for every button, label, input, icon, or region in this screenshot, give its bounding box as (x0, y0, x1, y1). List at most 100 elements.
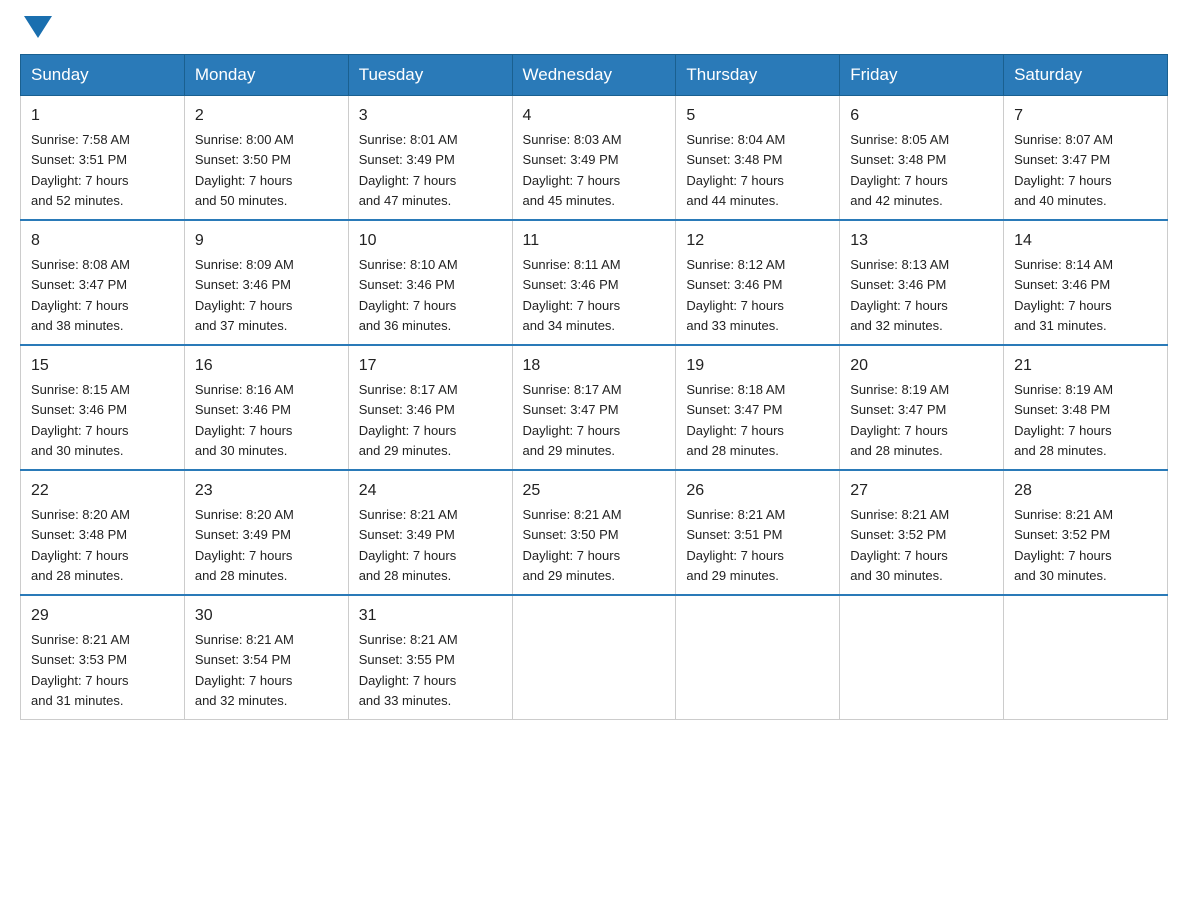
day-number: 15 (31, 354, 174, 378)
day-number: 11 (523, 229, 666, 253)
day-number: 2 (195, 104, 338, 128)
day-number: 4 (523, 104, 666, 128)
day-info: Sunrise: 8:05 AMSunset: 3:48 PMDaylight:… (850, 132, 949, 208)
calendar-cell: 8 Sunrise: 8:08 AMSunset: 3:47 PMDayligh… (21, 220, 185, 345)
day-number: 24 (359, 479, 502, 503)
calendar-cell: 13 Sunrise: 8:13 AMSunset: 3:46 PMDaylig… (840, 220, 1004, 345)
day-info: Sunrise: 8:19 AMSunset: 3:47 PMDaylight:… (850, 382, 949, 458)
week-row-3: 15 Sunrise: 8:15 AMSunset: 3:46 PMDaylig… (21, 345, 1168, 470)
calendar-cell: 21 Sunrise: 8:19 AMSunset: 3:48 PMDaylig… (1004, 345, 1168, 470)
day-info: Sunrise: 8:19 AMSunset: 3:48 PMDaylight:… (1014, 382, 1113, 458)
calendar-cell: 6 Sunrise: 8:05 AMSunset: 3:48 PMDayligh… (840, 96, 1004, 221)
day-info: Sunrise: 8:12 AMSunset: 3:46 PMDaylight:… (686, 257, 785, 333)
day-number: 9 (195, 229, 338, 253)
day-number: 6 (850, 104, 993, 128)
day-info: Sunrise: 8:00 AMSunset: 3:50 PMDaylight:… (195, 132, 294, 208)
column-header-tuesday: Tuesday (348, 55, 512, 96)
calendar-cell: 5 Sunrise: 8:04 AMSunset: 3:48 PMDayligh… (676, 96, 840, 221)
calendar-cell: 19 Sunrise: 8:18 AMSunset: 3:47 PMDaylig… (676, 345, 840, 470)
page-header (20, 20, 1168, 38)
day-number: 10 (359, 229, 502, 253)
day-info: Sunrise: 8:20 AMSunset: 3:49 PMDaylight:… (195, 507, 294, 583)
day-number: 27 (850, 479, 993, 503)
day-number: 16 (195, 354, 338, 378)
day-info: Sunrise: 8:15 AMSunset: 3:46 PMDaylight:… (31, 382, 130, 458)
calendar-cell (840, 595, 1004, 720)
column-header-saturday: Saturday (1004, 55, 1168, 96)
day-number: 18 (523, 354, 666, 378)
day-number: 26 (686, 479, 829, 503)
day-info: Sunrise: 8:14 AMSunset: 3:46 PMDaylight:… (1014, 257, 1113, 333)
calendar-table: SundayMondayTuesdayWednesdayThursdayFrid… (20, 54, 1168, 720)
day-info: Sunrise: 8:03 AMSunset: 3:49 PMDaylight:… (523, 132, 622, 208)
week-row-5: 29 Sunrise: 8:21 AMSunset: 3:53 PMDaylig… (21, 595, 1168, 720)
calendar-cell: 12 Sunrise: 8:12 AMSunset: 3:46 PMDaylig… (676, 220, 840, 345)
column-header-sunday: Sunday (21, 55, 185, 96)
day-info: Sunrise: 8:21 AMSunset: 3:49 PMDaylight:… (359, 507, 458, 583)
day-number: 7 (1014, 104, 1157, 128)
day-info: Sunrise: 8:21 AMSunset: 3:52 PMDaylight:… (1014, 507, 1113, 583)
day-number: 12 (686, 229, 829, 253)
week-row-1: 1 Sunrise: 7:58 AMSunset: 3:51 PMDayligh… (21, 96, 1168, 221)
calendar-cell (1004, 595, 1168, 720)
day-number: 3 (359, 104, 502, 128)
calendar-cell: 14 Sunrise: 8:14 AMSunset: 3:46 PMDaylig… (1004, 220, 1168, 345)
week-row-2: 8 Sunrise: 8:08 AMSunset: 3:47 PMDayligh… (21, 220, 1168, 345)
day-info: Sunrise: 8:21 AMSunset: 3:55 PMDaylight:… (359, 632, 458, 708)
day-number: 25 (523, 479, 666, 503)
day-number: 13 (850, 229, 993, 253)
day-number: 1 (31, 104, 174, 128)
day-number: 22 (31, 479, 174, 503)
day-number: 23 (195, 479, 338, 503)
day-info: Sunrise: 8:21 AMSunset: 3:52 PMDaylight:… (850, 507, 949, 583)
day-info: Sunrise: 8:21 AMSunset: 3:54 PMDaylight:… (195, 632, 294, 708)
column-header-monday: Monday (184, 55, 348, 96)
logo-triangle-icon (24, 16, 52, 38)
calendar-cell: 2 Sunrise: 8:00 AMSunset: 3:50 PMDayligh… (184, 96, 348, 221)
calendar-cell: 17 Sunrise: 8:17 AMSunset: 3:46 PMDaylig… (348, 345, 512, 470)
week-row-4: 22 Sunrise: 8:20 AMSunset: 3:48 PMDaylig… (21, 470, 1168, 595)
day-number: 29 (31, 604, 174, 628)
calendar-cell: 3 Sunrise: 8:01 AMSunset: 3:49 PMDayligh… (348, 96, 512, 221)
day-info: Sunrise: 8:21 AMSunset: 3:53 PMDaylight:… (31, 632, 130, 708)
day-number: 21 (1014, 354, 1157, 378)
calendar-cell (512, 595, 676, 720)
day-info: Sunrise: 8:17 AMSunset: 3:47 PMDaylight:… (523, 382, 622, 458)
calendar-cell: 23 Sunrise: 8:20 AMSunset: 3:49 PMDaylig… (184, 470, 348, 595)
calendar-cell: 18 Sunrise: 8:17 AMSunset: 3:47 PMDaylig… (512, 345, 676, 470)
calendar-cell: 25 Sunrise: 8:21 AMSunset: 3:50 PMDaylig… (512, 470, 676, 595)
calendar-cell: 22 Sunrise: 8:20 AMSunset: 3:48 PMDaylig… (21, 470, 185, 595)
day-number: 20 (850, 354, 993, 378)
calendar-cell: 28 Sunrise: 8:21 AMSunset: 3:52 PMDaylig… (1004, 470, 1168, 595)
calendar-header-row: SundayMondayTuesdayWednesdayThursdayFrid… (21, 55, 1168, 96)
day-info: Sunrise: 8:21 AMSunset: 3:50 PMDaylight:… (523, 507, 622, 583)
day-info: Sunrise: 8:21 AMSunset: 3:51 PMDaylight:… (686, 507, 785, 583)
day-info: Sunrise: 8:20 AMSunset: 3:48 PMDaylight:… (31, 507, 130, 583)
day-info: Sunrise: 8:17 AMSunset: 3:46 PMDaylight:… (359, 382, 458, 458)
calendar-cell: 1 Sunrise: 7:58 AMSunset: 3:51 PMDayligh… (21, 96, 185, 221)
calendar-cell: 24 Sunrise: 8:21 AMSunset: 3:49 PMDaylig… (348, 470, 512, 595)
day-number: 28 (1014, 479, 1157, 503)
calendar-cell: 10 Sunrise: 8:10 AMSunset: 3:46 PMDaylig… (348, 220, 512, 345)
column-header-wednesday: Wednesday (512, 55, 676, 96)
logo (20, 20, 52, 38)
calendar-cell (676, 595, 840, 720)
column-header-friday: Friday (840, 55, 1004, 96)
day-info: Sunrise: 8:08 AMSunset: 3:47 PMDaylight:… (31, 257, 130, 333)
day-number: 14 (1014, 229, 1157, 253)
day-info: Sunrise: 8:11 AMSunset: 3:46 PMDaylight:… (523, 257, 621, 333)
calendar-cell: 29 Sunrise: 8:21 AMSunset: 3:53 PMDaylig… (21, 595, 185, 720)
calendar-cell: 31 Sunrise: 8:21 AMSunset: 3:55 PMDaylig… (348, 595, 512, 720)
calendar-cell: 26 Sunrise: 8:21 AMSunset: 3:51 PMDaylig… (676, 470, 840, 595)
day-info: Sunrise: 8:16 AMSunset: 3:46 PMDaylight:… (195, 382, 294, 458)
day-info: Sunrise: 8:10 AMSunset: 3:46 PMDaylight:… (359, 257, 458, 333)
day-info: Sunrise: 8:04 AMSunset: 3:48 PMDaylight:… (686, 132, 785, 208)
calendar-cell: 27 Sunrise: 8:21 AMSunset: 3:52 PMDaylig… (840, 470, 1004, 595)
day-info: Sunrise: 8:07 AMSunset: 3:47 PMDaylight:… (1014, 132, 1113, 208)
calendar-cell: 7 Sunrise: 8:07 AMSunset: 3:47 PMDayligh… (1004, 96, 1168, 221)
day-number: 31 (359, 604, 502, 628)
day-number: 19 (686, 354, 829, 378)
day-info: Sunrise: 8:18 AMSunset: 3:47 PMDaylight:… (686, 382, 785, 458)
calendar-cell: 15 Sunrise: 8:15 AMSunset: 3:46 PMDaylig… (21, 345, 185, 470)
day-number: 30 (195, 604, 338, 628)
